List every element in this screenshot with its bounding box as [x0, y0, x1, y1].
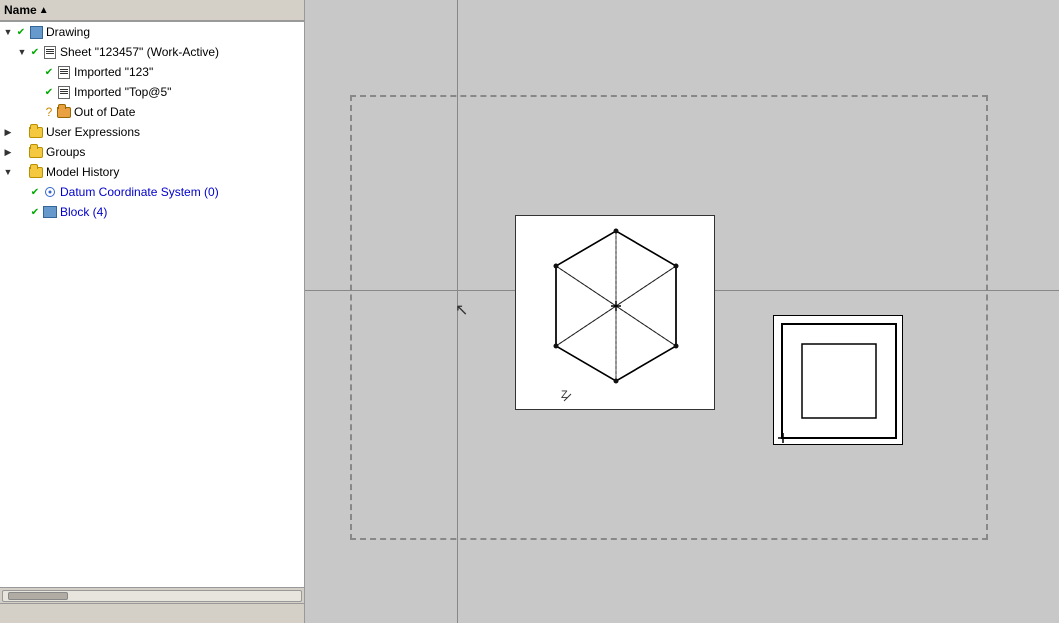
expand-arrow-groups[interactable]: ▶ — [2, 146, 14, 158]
node-label-imported-top: Imported "Top@5" — [74, 85, 171, 99]
expand-arrow-imported-123[interactable] — [30, 66, 42, 78]
tree-header: Name ▲ — [0, 0, 304, 22]
tree-row-user-expressions[interactable]: ▶ User Expressions — [0, 122, 304, 142]
left-bottom-bar — [0, 603, 304, 623]
check-icon-datum-coord: ✔ — [28, 185, 42, 199]
node-label-out-of-date: Out of Date — [74, 105, 135, 119]
main-view-box[interactable]: Z — [515, 215, 715, 410]
node-label-user-expressions: User Expressions — [46, 125, 140, 139]
tree-row-imported-top[interactable]: ✔ Imported "Top@5" — [0, 82, 304, 102]
node-icon-imported-123 — [56, 65, 72, 79]
canvas-area[interactable]: Z ↖ — [305, 0, 1059, 623]
node-label-imported-123: Imported "123" — [74, 65, 153, 79]
left-panel: Name ▲ ▼✔Drawing▼✔Sheet "123457" (Work-A… — [0, 0, 305, 623]
tree-row-imported-123[interactable]: ✔ Imported "123" — [0, 62, 304, 82]
expand-arrow-block[interactable] — [16, 206, 28, 218]
node-label-block: Block (4) — [60, 205, 107, 219]
node-label-groups: Groups — [46, 145, 85, 159]
node-icon-groups — [28, 145, 44, 159]
tree-row-model-history[interactable]: ▼ Model History — [0, 162, 304, 182]
expand-arrow-imported-top[interactable] — [30, 86, 42, 98]
tree-body[interactable]: ▼✔Drawing▼✔Sheet "123457" (Work-Active) … — [0, 22, 304, 587]
expand-arrow-model-history[interactable]: ▼ — [2, 166, 14, 178]
node-icon-sheet — [42, 45, 58, 59]
tree-row-groups[interactable]: ▶ Groups — [0, 142, 304, 162]
isometric-drawing: Z — [516, 216, 715, 410]
scroll-track[interactable] — [2, 590, 302, 602]
expand-arrow-user-expressions[interactable]: ▶ — [2, 126, 14, 138]
check-icon-imported-123: ✔ — [42, 65, 56, 79]
tree-row-out-of-date[interactable]: ? Out of Date — [0, 102, 304, 122]
tree-row-block[interactable]: ✔ Block (4) — [0, 202, 304, 222]
node-icon-datum-coord — [42, 185, 58, 199]
node-label-model-history: Model History — [46, 165, 119, 179]
sort-icon[interactable]: ▲ — [39, 5, 49, 16]
check-icon-out-of-date: ? — [42, 105, 56, 119]
expand-arrow-drawing[interactable]: ▼ — [2, 26, 14, 38]
name-column-header: Name — [4, 3, 37, 17]
node-label-sheet: Sheet "123457" (Work-Active) — [60, 45, 219, 59]
tree-row-drawing[interactable]: ▼✔ Drawing — [0, 22, 304, 42]
node-icon-drawing — [28, 25, 44, 39]
tree-row-datum-coord[interactable]: ✔ Datum Coordinate System (0) — [0, 182, 304, 202]
node-label-drawing: Drawing — [46, 25, 90, 39]
node-label-datum-coord: Datum Coordinate System (0) — [60, 185, 219, 199]
scroll-thumb[interactable] — [8, 592, 68, 600]
h-scrollbar — [0, 587, 304, 603]
node-icon-model-history — [28, 165, 44, 179]
check-icon-sheet: ✔ — [28, 45, 42, 59]
secondary-view-box[interactable] — [773, 315, 903, 445]
check-icon-block: ✔ — [28, 205, 42, 219]
expand-arrow-out-of-date[interactable] — [30, 106, 42, 118]
tree-row-sheet[interactable]: ▼✔ Sheet "123457" (Work-Active) — [0, 42, 304, 62]
main-layout: Name ▲ ▼✔Drawing▼✔Sheet "123457" (Work-A… — [0, 0, 1059, 623]
node-icon-out-of-date — [56, 105, 72, 119]
node-icon-user-expressions — [28, 125, 44, 139]
check-icon-imported-top: ✔ — [42, 85, 56, 99]
node-icon-block — [42, 205, 58, 219]
node-icon-imported-top — [56, 85, 72, 99]
check-icon-drawing: ✔ — [14, 25, 28, 39]
expand-arrow-datum-coord[interactable] — [16, 186, 28, 198]
expand-arrow-sheet[interactable]: ▼ — [16, 46, 28, 58]
svg-text:Z: Z — [561, 389, 568, 401]
top-view-drawing — [774, 316, 903, 445]
